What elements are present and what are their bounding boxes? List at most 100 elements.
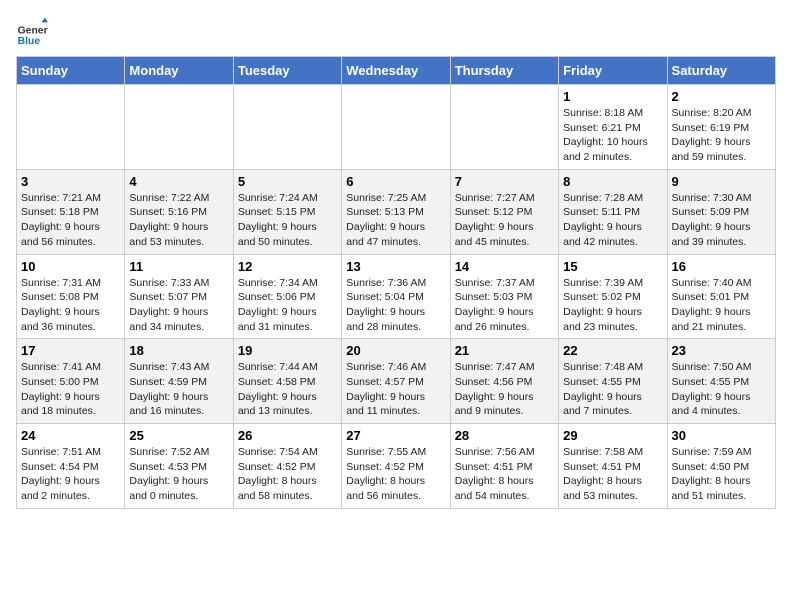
svg-text:General: General xyxy=(18,26,48,37)
day-info: Sunrise: 7:25 AMSunset: 5:13 PMDaylight:… xyxy=(346,191,445,250)
day-number: 12 xyxy=(238,259,337,274)
day-cell: 24 Sunrise: 7:51 AMSunset: 4:54 PMDayligh… xyxy=(17,424,125,509)
day-info: Sunrise: 7:44 AMSunset: 4:58 PMDaylight:… xyxy=(238,360,337,419)
day-cell: 1 Sunrise: 8:18 AMSunset: 6:21 PMDaylight… xyxy=(559,85,667,170)
day-number: 7 xyxy=(455,174,554,189)
day-cell: 11Sunrise: 7:33 AMSunset: 5:07 PMDayligh… xyxy=(125,254,233,339)
day-info: Sunrise: 7:24 AMSunset: 5:15 PMDaylight:… xyxy=(238,191,337,250)
day-cell: 13 Sunrise: 7:36 AMSunset: 5:04 PMDayligh… xyxy=(342,254,450,339)
day-cell: 20Sunrise: 7:46 AMSunset: 4:57 PMDayligh… xyxy=(342,339,450,424)
day-info: Sunrise: 7:31 AMSunset: 5:08 PMDaylight:… xyxy=(21,276,120,335)
day-info: Sunrise: 7:39 AMSunset: 5:02 PMDaylight:… xyxy=(563,276,662,335)
header: General Blue xyxy=(16,16,776,48)
day-number: 19 xyxy=(238,343,337,358)
day-number: 2 xyxy=(672,89,771,104)
day-number: 29 xyxy=(563,428,662,443)
day-info: Sunrise: 7:34 AMSunset: 5:06 PMDaylight:… xyxy=(238,276,337,335)
day-number: 30 xyxy=(672,428,771,443)
weekday-header-saturday: Saturday xyxy=(667,57,775,85)
day-number: 18 xyxy=(129,343,228,358)
week-row-2: 3 Sunrise: 7:21 AMSunset: 5:18 PMDaylight… xyxy=(17,169,776,254)
day-cell: 30 Sunrise: 7:59 AMSunset: 4:50 PMDayligh… xyxy=(667,424,775,509)
weekday-header-thursday: Thursday xyxy=(450,57,558,85)
day-info: Sunrise: 7:56 AMSunset: 4:51 PMDaylight:… xyxy=(455,445,554,504)
day-number: 5 xyxy=(238,174,337,189)
day-number: 27 xyxy=(346,428,445,443)
weekday-header-tuesday: Tuesday xyxy=(233,57,341,85)
day-cell xyxy=(342,85,450,170)
week-row-1: 1 Sunrise: 8:18 AMSunset: 6:21 PMDaylight… xyxy=(17,85,776,170)
day-cell: 22 Sunrise: 7:48 AMSunset: 4:55 PMDayligh… xyxy=(559,339,667,424)
day-cell xyxy=(450,85,558,170)
day-info: Sunrise: 7:43 AMSunset: 4:59 PMDaylight:… xyxy=(129,360,228,419)
day-info: Sunrise: 7:55 AMSunset: 4:52 PMDaylight:… xyxy=(346,445,445,504)
day-info: Sunrise: 7:36 AMSunset: 5:04 PMDaylight:… xyxy=(346,276,445,335)
weekday-header-monday: Monday xyxy=(125,57,233,85)
day-cell: 8 Sunrise: 7:28 AMSunset: 5:11 PMDaylight… xyxy=(559,169,667,254)
week-row-4: 17Sunrise: 7:41 AMSunset: 5:00 PMDayligh… xyxy=(17,339,776,424)
day-cell xyxy=(233,85,341,170)
day-info: Sunrise: 7:28 AMSunset: 5:11 PMDaylight:… xyxy=(563,191,662,250)
day-cell: 12 Sunrise: 7:34 AMSunset: 5:06 PMDayligh… xyxy=(233,254,341,339)
day-info: Sunrise: 7:22 AMSunset: 5:16 PMDaylight:… xyxy=(129,191,228,250)
day-cell: 18 Sunrise: 7:43 AMSunset: 4:59 PMDayligh… xyxy=(125,339,233,424)
calendar: SundayMondayTuesdayWednesdayThursdayFrid… xyxy=(16,56,776,509)
day-cell: 2 Sunrise: 8:20 AMSunset: 6:19 PMDaylight… xyxy=(667,85,775,170)
day-number: 22 xyxy=(563,343,662,358)
day-number: 13 xyxy=(346,259,445,274)
day-number: 24 xyxy=(21,428,120,443)
day-number: 16 xyxy=(672,259,771,274)
day-cell: 19 Sunrise: 7:44 AMSunset: 4:58 PMDayligh… xyxy=(233,339,341,424)
day-info: Sunrise: 8:18 AMSunset: 6:21 PMDaylight:… xyxy=(563,106,662,165)
day-info: Sunrise: 7:27 AMSunset: 5:12 PMDaylight:… xyxy=(455,191,554,250)
day-info: Sunrise: 7:46 AMSunset: 4:57 PMDaylight:… xyxy=(346,360,445,419)
weekday-header: SundayMondayTuesdayWednesdayThursdayFrid… xyxy=(17,57,776,85)
day-info: Sunrise: 7:51 AMSunset: 4:54 PMDaylight:… xyxy=(21,445,120,504)
day-cell: 17Sunrise: 7:41 AMSunset: 5:00 PMDayligh… xyxy=(17,339,125,424)
day-cell: 14 Sunrise: 7:37 AMSunset: 5:03 PMDayligh… xyxy=(450,254,558,339)
day-cell: 5 Sunrise: 7:24 AMSunset: 5:15 PMDaylight… xyxy=(233,169,341,254)
day-cell: 21 Sunrise: 7:47 AMSunset: 4:56 PMDayligh… xyxy=(450,339,558,424)
week-row-3: 10 Sunrise: 7:31 AMSunset: 5:08 PMDayligh… xyxy=(17,254,776,339)
day-info: Sunrise: 7:40 AMSunset: 5:01 PMDaylight:… xyxy=(672,276,771,335)
day-number: 8 xyxy=(563,174,662,189)
week-row-5: 24 Sunrise: 7:51 AMSunset: 4:54 PMDayligh… xyxy=(17,424,776,509)
day-info: Sunrise: 7:48 AMSunset: 4:55 PMDaylight:… xyxy=(563,360,662,419)
day-info: Sunrise: 7:30 AMSunset: 5:09 PMDaylight:… xyxy=(672,191,771,250)
day-cell: 26Sunrise: 7:54 AMSunset: 4:52 PMDayligh… xyxy=(233,424,341,509)
day-cell: 7 Sunrise: 7:27 AMSunset: 5:12 PMDaylight… xyxy=(450,169,558,254)
day-cell: 15 Sunrise: 7:39 AMSunset: 5:02 PMDayligh… xyxy=(559,254,667,339)
day-info: Sunrise: 7:47 AMSunset: 4:56 PMDaylight:… xyxy=(455,360,554,419)
day-cell: 6 Sunrise: 7:25 AMSunset: 5:13 PMDaylight… xyxy=(342,169,450,254)
day-number: 3 xyxy=(21,174,120,189)
day-cell: 27 Sunrise: 7:55 AMSunset: 4:52 PMDayligh… xyxy=(342,424,450,509)
weekday-header-sunday: Sunday xyxy=(17,57,125,85)
day-number: 15 xyxy=(563,259,662,274)
day-number: 11 xyxy=(129,259,228,274)
day-info: Sunrise: 7:50 AMSunset: 4:55 PMDaylight:… xyxy=(672,360,771,419)
day-cell: 10 Sunrise: 7:31 AMSunset: 5:08 PMDayligh… xyxy=(17,254,125,339)
day-number: 10 xyxy=(21,259,120,274)
day-cell: 28 Sunrise: 7:56 AMSunset: 4:51 PMDayligh… xyxy=(450,424,558,509)
day-cell xyxy=(125,85,233,170)
day-number: 4 xyxy=(129,174,228,189)
day-cell: 16 Sunrise: 7:40 AMSunset: 5:01 PMDayligh… xyxy=(667,254,775,339)
day-info: Sunrise: 7:59 AMSunset: 4:50 PMDaylight:… xyxy=(672,445,771,504)
calendar-body: 1 Sunrise: 8:18 AMSunset: 6:21 PMDaylight… xyxy=(17,85,776,509)
day-number: 9 xyxy=(672,174,771,189)
day-number: 21 xyxy=(455,343,554,358)
day-cell xyxy=(17,85,125,170)
day-number: 28 xyxy=(455,428,554,443)
day-number: 1 xyxy=(563,89,662,104)
weekday-header-wednesday: Wednesday xyxy=(342,57,450,85)
day-number: 6 xyxy=(346,174,445,189)
day-info: Sunrise: 7:54 AMSunset: 4:52 PMDaylight:… xyxy=(238,445,337,504)
day-cell: 25Sunrise: 7:52 AMSunset: 4:53 PMDayligh… xyxy=(125,424,233,509)
day-number: 17 xyxy=(21,343,120,358)
day-number: 14 xyxy=(455,259,554,274)
day-number: 23 xyxy=(672,343,771,358)
weekday-header-friday: Friday xyxy=(559,57,667,85)
day-info: Sunrise: 7:37 AMSunset: 5:03 PMDaylight:… xyxy=(455,276,554,335)
day-info: Sunrise: 8:20 AMSunset: 6:19 PMDaylight:… xyxy=(672,106,771,165)
day-info: Sunrise: 7:21 AMSunset: 5:18 PMDaylight:… xyxy=(21,191,120,250)
